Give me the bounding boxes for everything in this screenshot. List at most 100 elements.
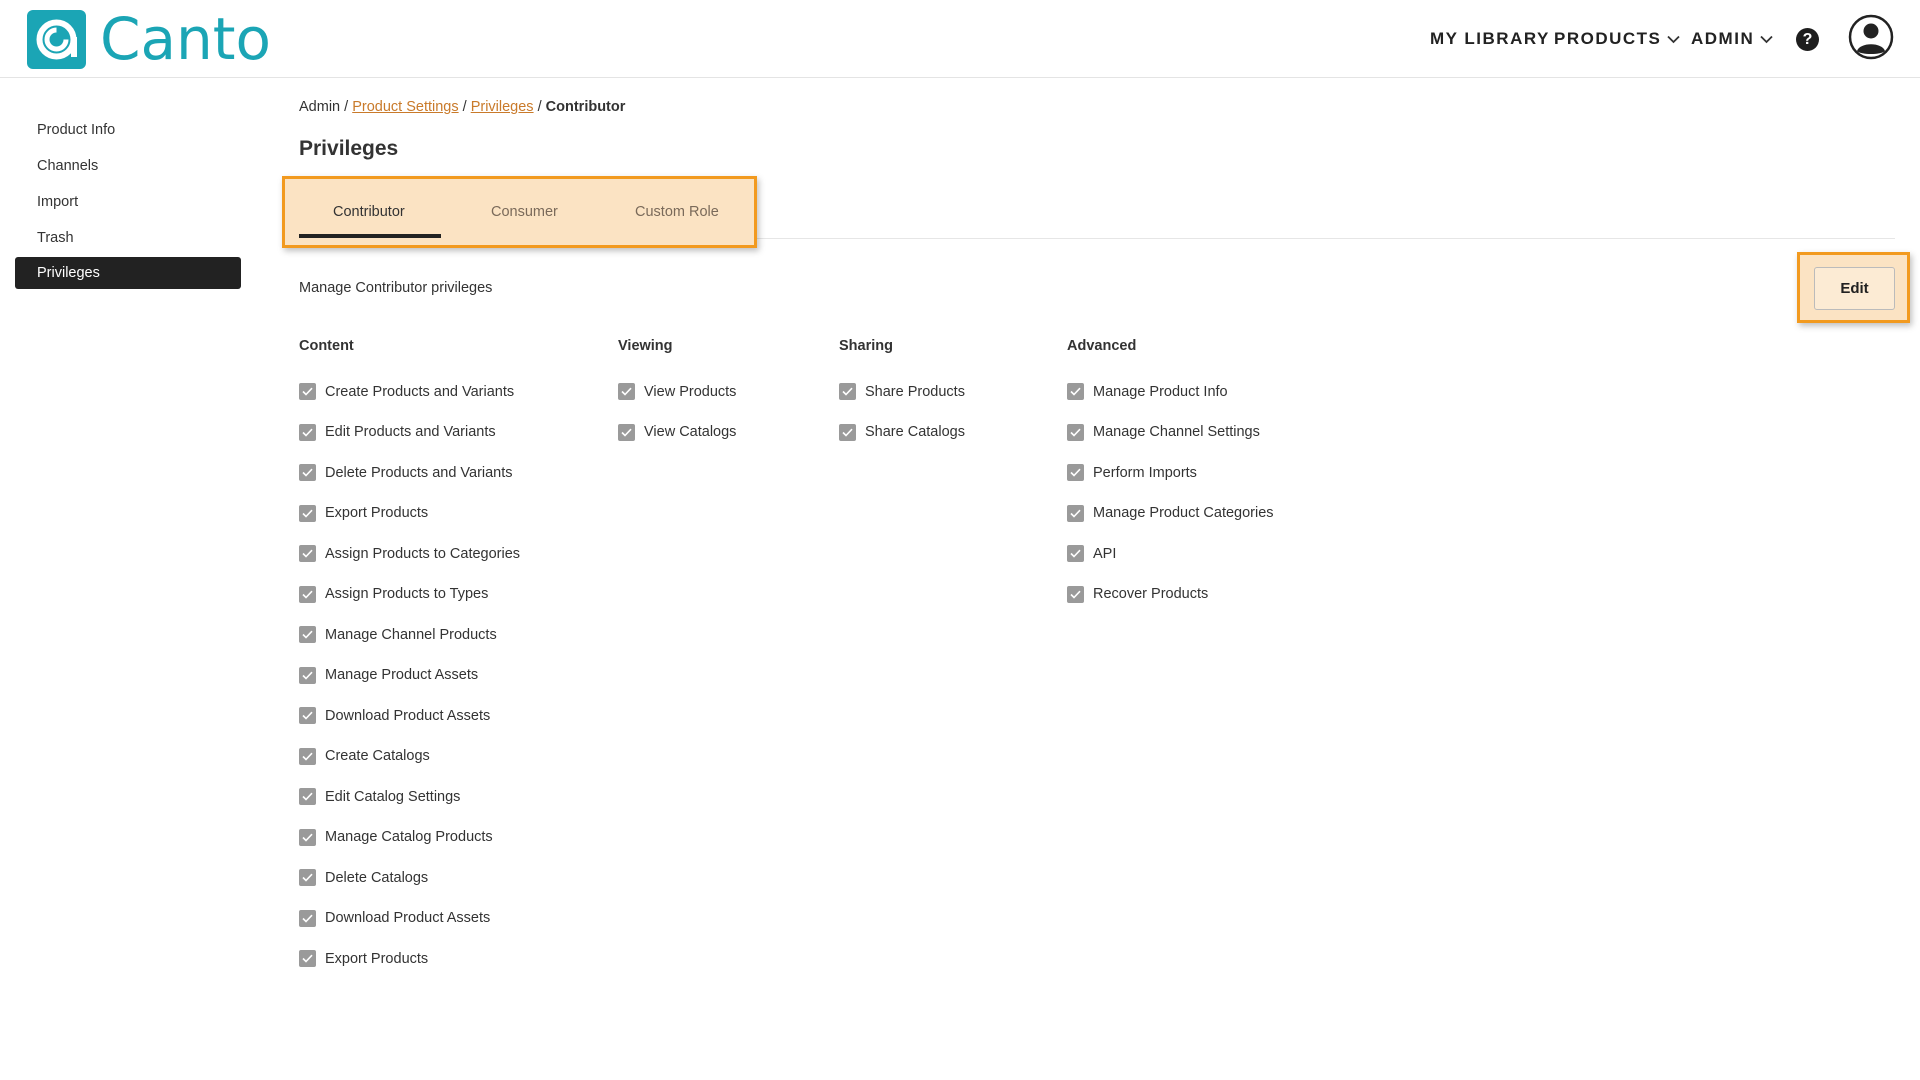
sidebar-item-privileges[interactable]: Privileges — [15, 257, 241, 289]
privilege-label: Recover Products — [1093, 586, 1209, 602]
privilege-checkbox[interactable] — [839, 383, 856, 400]
privilege-checkbox[interactable] — [299, 585, 316, 603]
privilege-item: Manage Product Categories — [1067, 497, 1274, 530]
privilege-item: Manage Catalog Products — [299, 821, 520, 854]
privilege-checkbox[interactable] — [299, 383, 316, 400]
privilege-checkbox[interactable] — [299, 423, 316, 441]
checkmark-icon — [302, 468, 313, 477]
privilege-label: Manage Catalog Products — [325, 829, 493, 845]
privilege-item: Recover Products — [1067, 578, 1274, 611]
breadcrumb-product-settings-link[interactable]: Product Settings — [352, 99, 458, 115]
privilege-label: Create Products and Variants — [325, 383, 515, 400]
privilege-checkbox[interactable] — [299, 545, 316, 562]
breadcrumb-separator: / — [458, 99, 471, 115]
privilege-column-advanced: Advanced Manage Product Info Manage Chann… — [1067, 338, 1274, 618]
tab-consumer[interactable]: Consumer — [491, 204, 558, 220]
privilege-checkbox[interactable] — [1067, 504, 1084, 522]
checkmark-icon — [302, 711, 313, 720]
privilege-item: Export Products — [299, 497, 520, 530]
checkmark-icon — [1070, 387, 1081, 396]
breadcrumb-current: Contributor — [545, 99, 626, 115]
privilege-label: Export Products — [325, 950, 429, 967]
privilege-column-sharing: Sharing Share Products Share Catalogs — [839, 338, 965, 456]
tab-custom-role[interactable]: Custom Role — [635, 204, 719, 220]
privilege-checkbox[interactable] — [1067, 585, 1084, 603]
privilege-item: Manage Channel Settings — [1067, 416, 1274, 449]
checkmark-icon — [842, 428, 853, 437]
privilege-checkbox[interactable] — [1067, 545, 1084, 562]
privilege-checkbox[interactable] — [299, 626, 316, 643]
sidebar-item-label: Channels — [37, 157, 99, 174]
nav-my-library[interactable]: MY LIBRARY — [1430, 29, 1550, 49]
sidebar-item-trash[interactable]: Trash — [15, 221, 241, 254]
privilege-label: Download Product Assets — [325, 707, 491, 724]
sidebar-item-channels[interactable]: Channels — [15, 149, 241, 182]
checkmark-icon — [621, 387, 632, 396]
privilege-label: Edit Catalog Settings — [325, 788, 461, 805]
edit-button[interactable]: Edit — [1814, 267, 1895, 310]
privilege-checkbox[interactable] — [299, 828, 316, 846]
privilege-label: Assign Products to Types — [325, 586, 489, 602]
privilege-checkbox[interactable] — [1067, 423, 1084, 441]
privilege-checkbox[interactable] — [299, 747, 316, 765]
privilege-checkbox[interactable] — [299, 950, 316, 967]
breadcrumb-admin: Admin — [299, 99, 341, 115]
privilege-column-viewing: Viewing View Products View Catalogs — [618, 338, 736, 456]
privilege-checkbox[interactable] — [299, 869, 316, 886]
privilege-label: Assign Products to Categories — [325, 545, 521, 562]
privilege-label: View Products — [644, 383, 737, 400]
privilege-checkbox[interactable] — [299, 464, 316, 481]
checkmark-icon — [302, 630, 313, 639]
privilege-checkbox[interactable] — [299, 504, 316, 522]
privilege-checkbox[interactable] — [299, 909, 316, 927]
privilege-item: Delete Catalogs — [299, 861, 520, 894]
privileges-description: Manage Contributor privileges — [299, 280, 493, 296]
breadcrumb-separator: / — [533, 99, 546, 115]
privilege-checkbox[interactable] — [1067, 383, 1084, 400]
tab-contributor[interactable]: Contributor — [333, 204, 405, 220]
privilege-item: Assign Products to Categories — [299, 537, 520, 570]
help-icon[interactable]: ? — [1796, 28, 1819, 51]
privilege-item: Edit Catalog Settings — [299, 780, 520, 813]
privilege-label: Share Products — [865, 383, 965, 400]
sidebar-item-product-info[interactable]: Product Info — [15, 113, 241, 146]
checkmark-icon — [302, 509, 313, 518]
privilege-checkbox[interactable] — [299, 707, 316, 724]
logo-wordmark: Canto — [100, 5, 272, 73]
privilege-checkbox[interactable] — [299, 788, 316, 805]
column-heading: Advanced — [1067, 338, 1137, 354]
checkmark-icon — [842, 387, 853, 396]
checkmark-icon — [1070, 549, 1081, 558]
user-avatar-icon[interactable] — [1848, 14, 1894, 60]
active-tab-indicator — [299, 234, 441, 238]
checkmark-icon — [302, 387, 313, 396]
checkmark-icon — [621, 428, 632, 437]
privilege-checkbox[interactable] — [299, 666, 316, 684]
privilege-item: Share Catalogs — [839, 416, 965, 449]
privilege-checkbox[interactable] — [1067, 464, 1084, 481]
nav-products[interactable]: PRODUCTS — [1554, 29, 1681, 49]
nav-admin[interactable]: ADMIN — [1691, 29, 1773, 49]
checkmark-icon — [302, 873, 313, 882]
sidebar-item-import[interactable]: Import — [15, 185, 241, 218]
canto-logo[interactable]: Canto — [27, 10, 271, 69]
privilege-item: View Products — [618, 375, 736, 408]
privilege-item: Manage Product Info — [1067, 375, 1274, 408]
privilege-label: Manage Product Assets — [325, 667, 479, 683]
sidebar-item-label: Trash — [37, 229, 74, 246]
privilege-label: API — [1093, 545, 1117, 562]
privilege-checkbox[interactable] — [839, 423, 856, 441]
privilege-checkbox[interactable] — [618, 423, 635, 441]
privilege-checkbox[interactable] — [618, 383, 635, 400]
sidebar-item-label: Privileges — [37, 265, 100, 281]
privilege-label: Manage Product Categories — [1093, 505, 1274, 521]
nav-admin-label: ADMIN — [1691, 29, 1755, 48]
nav-my-library-label: MY LIBRARY — [1430, 29, 1550, 48]
privilege-item: Perform Imports — [1067, 456, 1274, 489]
privilege-item: Edit Products and Variants — [299, 416, 520, 449]
role-tabs: Contributor Consumer Custom Role — [282, 176, 757, 248]
privilege-item: Create Products and Variants — [299, 375, 520, 408]
privilege-label: Delete Products and Variants — [325, 464, 513, 481]
checkmark-icon — [1070, 590, 1081, 599]
breadcrumb-privileges-link[interactable]: Privileges — [471, 99, 534, 115]
